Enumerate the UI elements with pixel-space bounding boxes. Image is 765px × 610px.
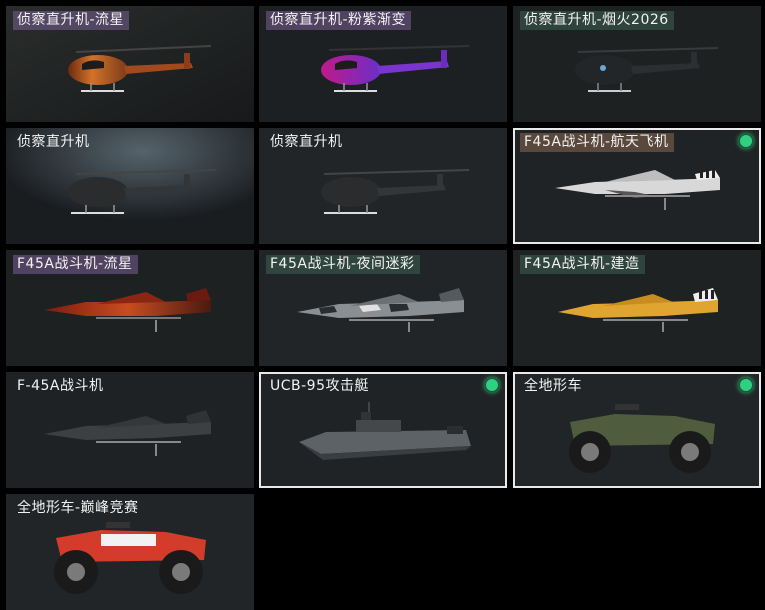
vehicle-card-helicopter-meteor[interactable]: 侦察直升机-流星: [6, 6, 254, 122]
vehicle-card-f45a-meteor[interactable]: F45A战斗机-流星: [6, 250, 254, 366]
vehicle-card-f45a-night-camo[interactable]: F45A战斗机-夜间迷彩: [259, 250, 507, 366]
vehicle-name-label: F45A战斗机-流星: [13, 255, 138, 274]
vehicle-name-label: 侦察直升机-粉紫渐变: [266, 11, 412, 30]
vehicle-name-label: 全地形车-巅峰竞赛: [17, 500, 139, 516]
vehicle-card-helicopter-pink-purple[interactable]: 侦察直升机-粉紫渐变: [259, 6, 507, 122]
vehicle-name-label: UCB-95攻击艇: [270, 378, 369, 394]
vehicle-card-f45a-space-shuttle[interactable]: F45A战斗机-航天飞机: [513, 128, 761, 244]
vehicle-card-helicopter-fireworks[interactable]: 侦察直升机-烟火2026: [513, 6, 761, 122]
vehicle-name-label: 侦察直升机-流星: [13, 11, 130, 30]
vehicle-name-label: F-45A战斗机: [17, 378, 104, 394]
equipped-indicator-icon: [738, 133, 754, 149]
vehicle-name-label: 全地形车: [524, 378, 582, 394]
vehicle-card-atv-default[interactable]: 全地形车: [513, 372, 761, 488]
vehicle-card-f45a-default[interactable]: F-45A战斗机: [6, 372, 254, 488]
equipped-indicator-icon: [738, 377, 754, 393]
vehicle-name-label: F45A战斗机-夜间迷彩: [266, 255, 420, 274]
vehicle-card-helicopter-default-1[interactable]: 侦察直升机: [6, 128, 254, 244]
vehicle-name-label: 侦察直升机: [17, 134, 90, 150]
vehicle-card-atv-peak-race[interactable]: 全地形车-巅峰竞赛: [6, 494, 254, 610]
vehicle-skin-grid: 侦察直升机-流星 侦察直升机-粉紫渐变 侦察直升机-烟火2026 侦察直升机 侦…: [0, 0, 765, 610]
vehicle-name-label: F45A战斗机-建造: [520, 255, 645, 274]
equipped-indicator-icon: [484, 377, 500, 393]
vehicle-card-ucb95-attack-boat[interactable]: UCB-95攻击艇: [259, 372, 507, 488]
vehicle-name-label: F45A战斗机-航天飞机: [520, 133, 674, 152]
vehicle-name-label: 侦察直升机: [270, 134, 343, 150]
vehicle-name-label: 侦察直升机-烟火2026: [520, 11, 674, 30]
vehicle-card-f45a-construction[interactable]: F45A战斗机-建造: [513, 250, 761, 366]
vehicle-card-helicopter-default-2[interactable]: 侦察直升机: [259, 128, 507, 244]
